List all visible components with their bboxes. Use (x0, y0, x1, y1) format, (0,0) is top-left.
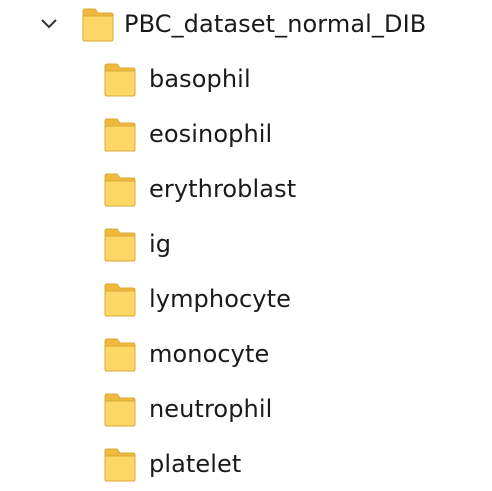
chevron-down-icon[interactable] (38, 13, 60, 35)
tree-item-platelet[interactable]: platelet (104, 444, 241, 484)
tree-item-root[interactable]: PBC_dataset_normal_DIB (38, 4, 426, 44)
folder-icon (104, 171, 136, 207)
tree-item-label: eosinophil (149, 120, 273, 148)
folder-icon (104, 446, 136, 482)
tree-item-root-label: PBC_dataset_normal_DIB (124, 10, 427, 38)
folder-icon (104, 336, 136, 372)
folder-tree: PBC_dataset_normal_DIB basophil eosinoph… (0, 0, 492, 491)
folder-icon (104, 281, 136, 317)
tree-item-label: erythroblast (149, 175, 297, 203)
folder-icon (104, 61, 136, 97)
tree-item-label: neutrophil (149, 395, 273, 423)
tree-item-label: monocyte (149, 340, 270, 368)
tree-item-label: platelet (149, 450, 242, 478)
tree-item-basophil[interactable]: basophil (104, 59, 251, 99)
tree-item-label: lymphocyte (149, 285, 291, 313)
tree-item-erythroblast[interactable]: erythroblast (104, 169, 296, 209)
tree-item-monocyte[interactable]: monocyte (104, 334, 269, 374)
tree-item-label: basophil (149, 65, 251, 93)
folder-icon (104, 226, 136, 262)
tree-item-eosinophil[interactable]: eosinophil (104, 114, 272, 154)
tree-item-label: ig (149, 230, 172, 258)
folder-icon (104, 391, 136, 427)
folder-icon (104, 116, 136, 152)
tree-item-ig[interactable]: ig (104, 224, 171, 264)
tree-item-lymphocyte[interactable]: lymphocyte (104, 279, 291, 319)
folder-icon (82, 6, 114, 42)
tree-item-neutrophil[interactable]: neutrophil (104, 389, 272, 429)
